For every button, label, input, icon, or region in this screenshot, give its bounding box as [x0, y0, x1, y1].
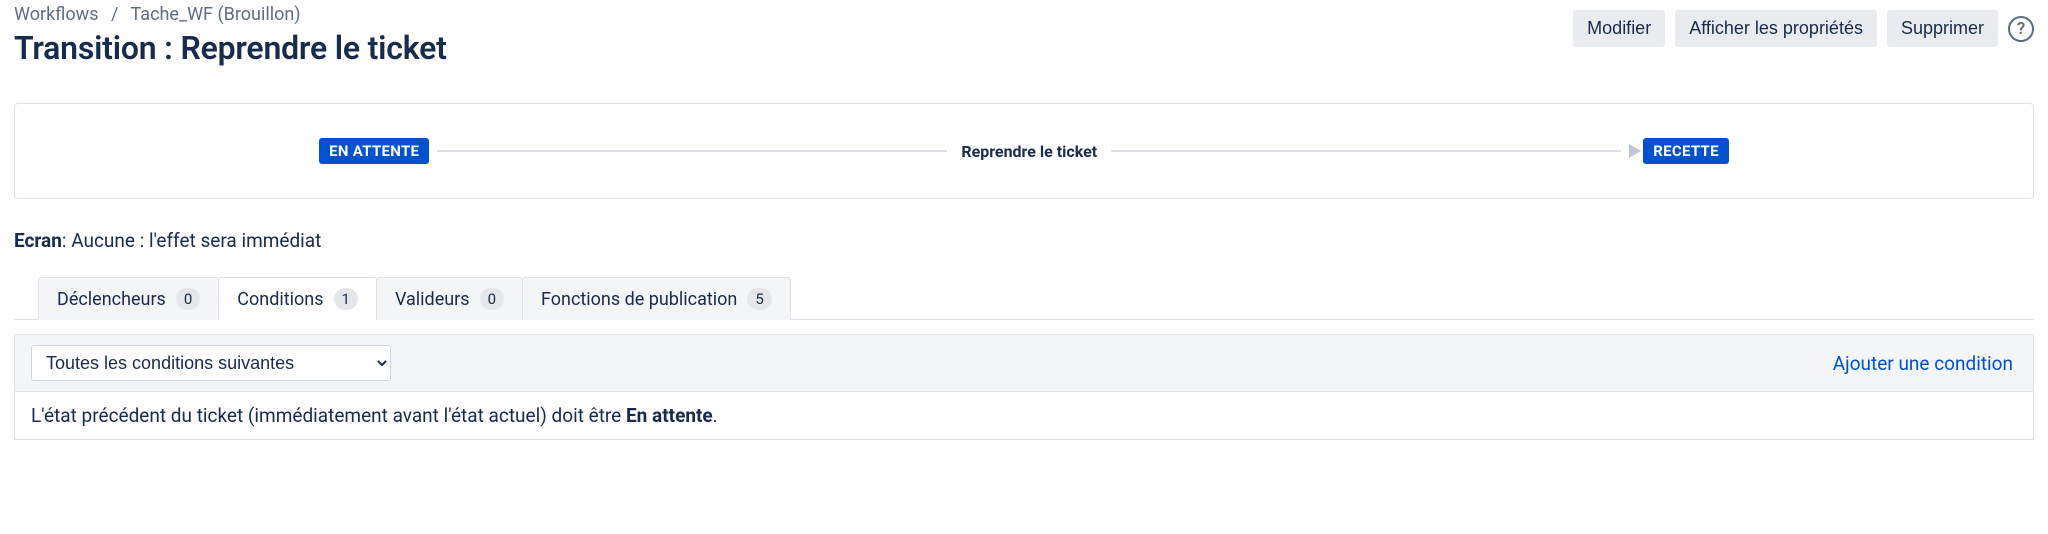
tab-triggers[interactable]: Déclencheurs 0	[38, 277, 219, 320]
breadcrumb-separator: /	[111, 4, 118, 25]
properties-button[interactable]: Afficher les propriétés	[1675, 10, 1877, 47]
transition-diagram: EN ATTENTE Reprendre le ticket RECETTE	[14, 103, 2034, 199]
flow-line-right	[1111, 150, 1621, 152]
tab-conditions[interactable]: Conditions 1	[218, 277, 377, 320]
breadcrumb-current[interactable]: Tache_WF (Brouillon)	[131, 4, 301, 25]
tab-count: 0	[176, 288, 200, 310]
conditions-mode-select[interactable]: Toutes les conditions suivantes	[31, 345, 391, 381]
condition-rule-suffix: .	[713, 404, 718, 427]
screen-value: : Aucune : l'effet sera immédiat	[62, 229, 321, 252]
conditions-panel-header: Toutes les conditions suivantes Ajouter …	[15, 335, 2033, 392]
tab-count: 0	[480, 288, 504, 310]
screen-info: Ecran: Aucune : l'effet sera immédiat	[14, 229, 2034, 252]
tab-postfunctions[interactable]: Fonctions de publication 5	[522, 277, 791, 320]
flow-line-left	[437, 150, 947, 152]
tab-label: Valideurs	[395, 289, 470, 310]
tab-count: 5	[747, 288, 771, 310]
tab-label: Fonctions de publication	[541, 289, 737, 310]
breadcrumb: Workflows / Tache_WF (Brouillon)	[14, 4, 447, 25]
delete-button[interactable]: Supprimer	[1887, 10, 1998, 47]
add-condition-link[interactable]: Ajouter une condition	[1833, 352, 2013, 375]
breadcrumb-root[interactable]: Workflows	[14, 4, 99, 25]
condition-rule: L'état précédent du ticket (immédiatemen…	[15, 392, 2033, 439]
to-state-badge: RECETTE	[1643, 138, 1729, 164]
screen-label: Ecran	[14, 229, 62, 252]
from-state-badge: EN ATTENTE	[319, 138, 429, 164]
condition-rule-prefix: L'état précédent du ticket (immédiatemen…	[31, 404, 626, 427]
conditions-panel: Toutes les conditions suivantes Ajouter …	[14, 334, 2034, 440]
tab-label: Conditions	[237, 289, 323, 310]
tab-count: 1	[334, 288, 358, 310]
tab-label: Déclencheurs	[57, 289, 166, 310]
tab-validators[interactable]: Valideurs 0	[376, 277, 523, 320]
page-title: Transition : Reprendre le ticket	[14, 29, 447, 67]
page-actions: Modifier Afficher les propriétés Supprim…	[1573, 4, 2034, 47]
transition-name-label: Reprendre le ticket	[961, 142, 1097, 161]
tabs: Déclencheurs 0 Conditions 1 Valideurs 0 …	[38, 276, 2034, 319]
help-icon[interactable]: ?	[2008, 16, 2034, 42]
edit-button[interactable]: Modifier	[1573, 10, 1665, 47]
condition-rule-state: En attente	[626, 404, 713, 427]
arrow-right-icon	[1629, 144, 1641, 158]
